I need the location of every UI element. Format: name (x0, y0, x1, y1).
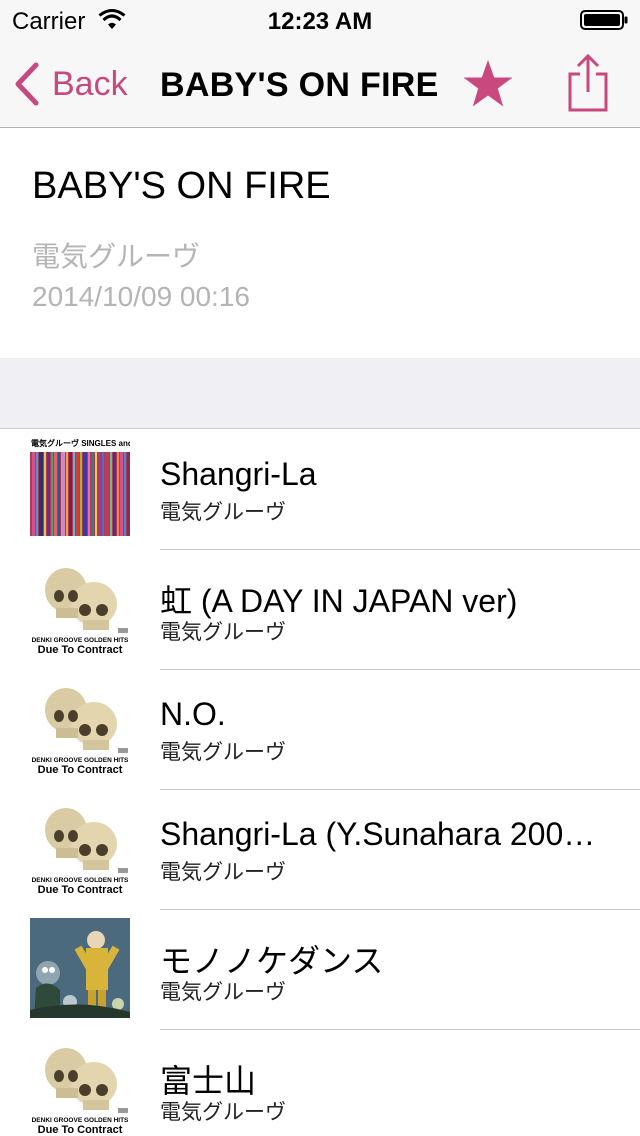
album-art: 電気グルーヴ SINGLES and STRIKES (30, 436, 130, 536)
back-button[interactable]: Back (14, 60, 128, 108)
back-chevron-icon (15, 62, 39, 106)
navigation-bar: Back BABY'S ON FIRE (0, 40, 640, 128)
track-artist: 電気グルーヴ (160, 501, 286, 524)
share-icon[interactable] (566, 54, 610, 112)
svg-text:Due To Contract: Due To Contract (38, 764, 123, 776)
list-item[interactable]: モノノケダンス 電気グルーヴ (0, 910, 640, 1030)
list-item[interactable]: DENKI GROOVE GOLDEN HITS Due To Contract… (0, 670, 640, 790)
star-icon[interactable] (462, 58, 514, 110)
track-title: Shangri-La (160, 456, 317, 492)
list-item[interactable]: DENKI GROOVE GOLDEN HITS Due To Contract… (0, 790, 640, 910)
track-artist: 電気グルーヴ (160, 1101, 286, 1124)
svg-text:Due To Contract: Due To Contract (38, 884, 123, 896)
track-list: 電気グルーヴ SINGLES and STRIKES (0, 430, 640, 1136)
battery-icon (580, 10, 628, 30)
track-title: Shangri-La (Y.Sunahara 200… (160, 816, 596, 852)
list-item[interactable]: 電気グルーヴ SINGLES and STRIKES (0, 430, 640, 550)
album-art: DENKI GROOVE GOLDEN HITS Due To Contract (30, 558, 130, 658)
clock: 12:23 AM (267, 8, 373, 35)
status-bar: Carrier 12:23 AM (0, 0, 640, 40)
album-art (30, 918, 130, 1018)
album-art: DENKI GROOVE GOLDEN HITS Due To Contract (30, 798, 130, 898)
track-artist: 電気グルーヴ (160, 621, 286, 644)
nav-title: BABY'S ON FIRE (160, 66, 439, 104)
info-header: BABY'S ON FIRE 電気グルーヴ 2014/10/09 00:16 (0, 129, 640, 358)
track-artist: 電気グルーヴ (160, 981, 286, 1004)
album-art: DENKI GROOVE GOLDEN HITS Due To Contract (30, 678, 130, 778)
list-item[interactable]: DENKI GROOVE GOLDEN HITS Due To Contract… (0, 1030, 640, 1136)
page-title: BABY'S ON FIRE (32, 165, 331, 207)
svg-text:DENKI GROOVE GOLDEN HITS: DENKI GROOVE GOLDEN HITS (32, 757, 129, 764)
track-artist: 電気グルーヴ (160, 741, 286, 764)
timestamp: 2014/10/09 00:16 (32, 281, 250, 312)
album-art-text: 電気グルーヴ SINGLES and STRIKES (31, 438, 130, 448)
album-art: DENKI GROOVE GOLDEN HITS Due To Contract (30, 1038, 130, 1136)
track-title: N.O. (160, 696, 226, 732)
svg-text:DENKI GROOVE GOLDEN HITS: DENKI GROOVE GOLDEN HITS (32, 1117, 129, 1124)
track-artist: 電気グルーヴ (160, 861, 286, 884)
svg-text:Due To Contract: Due To Contract (38, 1124, 123, 1136)
svg-text:Due To Contract: Due To Contract (38, 644, 123, 656)
back-label: Back (52, 64, 128, 103)
svg-text:DENKI GROOVE GOLDEN HITS: DENKI GROOVE GOLDEN HITS (32, 877, 129, 884)
section-spacer (0, 358, 640, 429)
artist-name: 電気グルーヴ (32, 241, 201, 272)
list-item[interactable]: DENKI GROOVE GOLDEN HITS Due To Contract… (0, 550, 640, 670)
svg-text:DENKI GROOVE GOLDEN HITS: DENKI GROOVE GOLDEN HITS (32, 637, 129, 644)
